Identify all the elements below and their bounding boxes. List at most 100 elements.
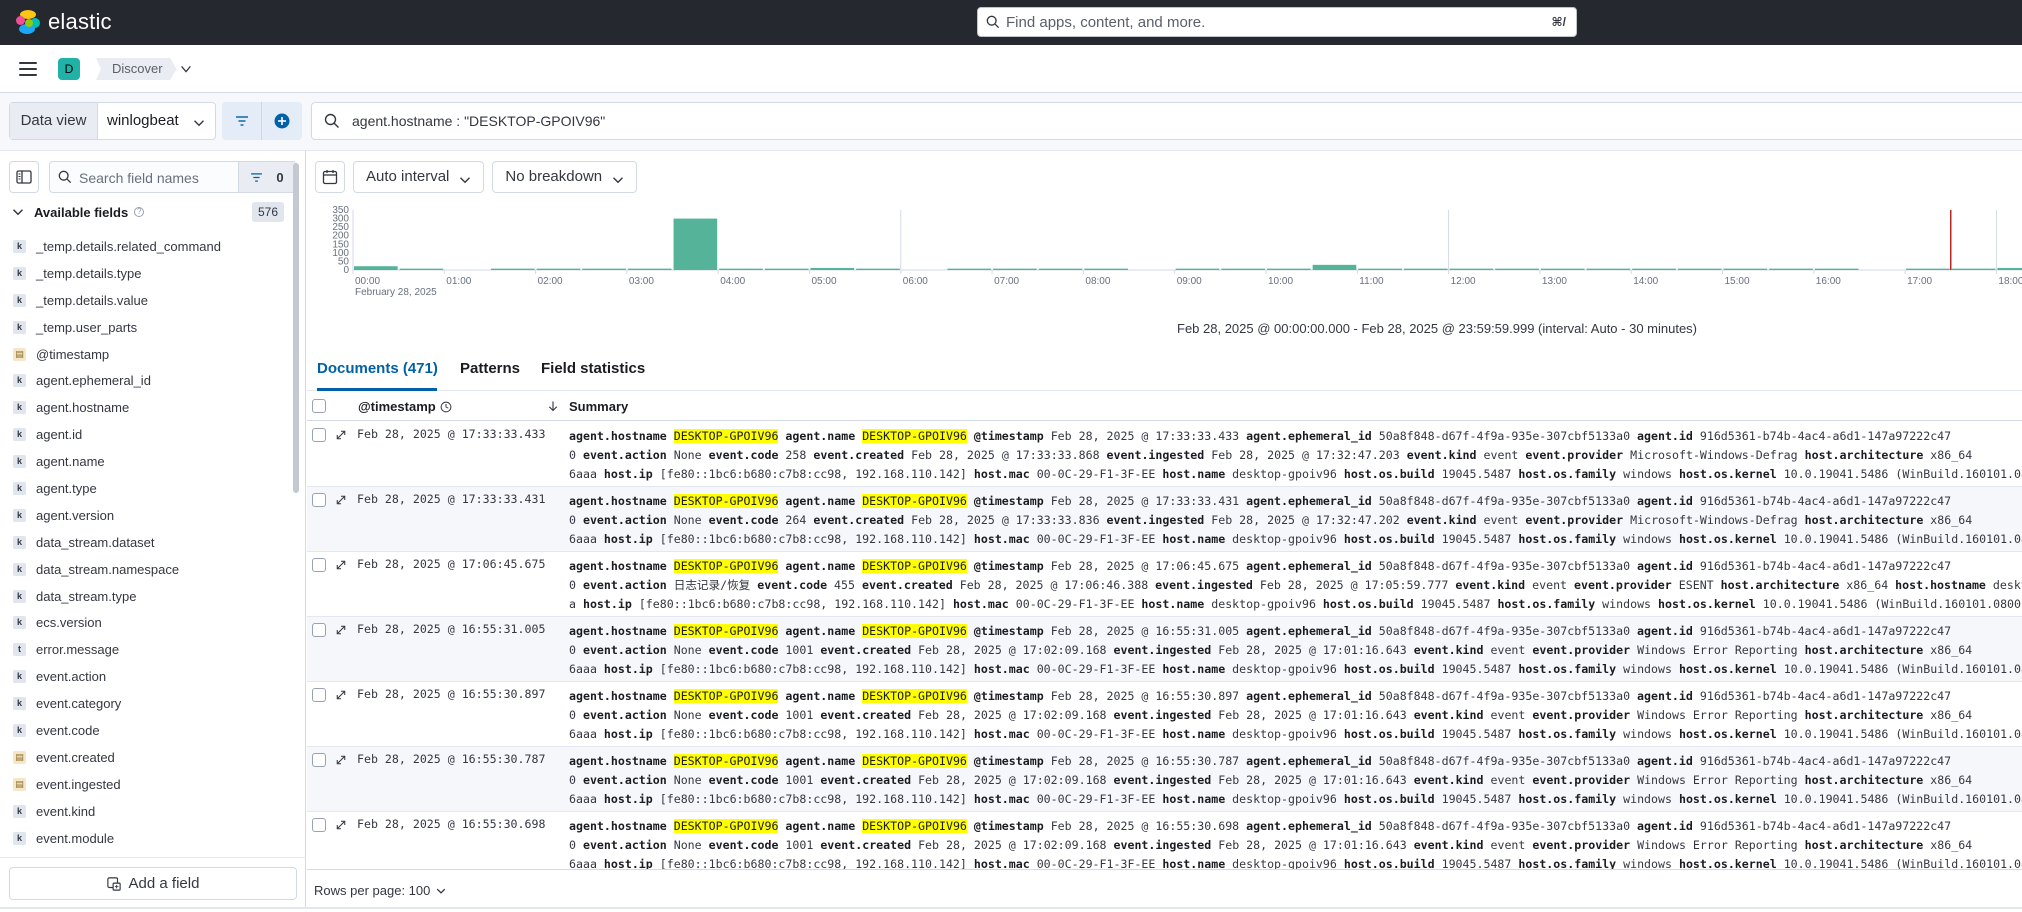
- field-list-item[interactable]: k agent.version: [13, 502, 281, 529]
- tab-patterns[interactable]: Patterns: [460, 360, 520, 377]
- table-row[interactable]: Feb 28, 2025 @ 16:55:30.897 agent.hostnam…: [307, 682, 2022, 747]
- column-header-timestamp[interactable]: @timestamp: [358, 399, 452, 414]
- column-header-summary[interactable]: Summary: [569, 399, 628, 414]
- row-select-checkbox[interactable]: [312, 558, 326, 572]
- field-list-item[interactable]: k _temp.details.value: [13, 287, 281, 314]
- table-row[interactable]: Feb 28, 2025 @ 16:55:30.787 agent.hostnam…: [307, 747, 2022, 812]
- rows-per-page-select[interactable]: Rows per page: 100: [314, 883, 446, 898]
- field-list-item[interactable]: k data_stream.namespace: [13, 556, 281, 583]
- summary-field-value: 19045.5487: [1441, 662, 1512, 677]
- table-row[interactable]: Feb 28, 2025 @ 17:06:45.675 agent.hostnam…: [307, 552, 2022, 617]
- table-row[interactable]: Feb 28, 2025 @ 16:55:30.698 agent.hostnam…: [307, 812, 2022, 869]
- row-select-checkbox[interactable]: [312, 688, 326, 702]
- toggle-sidebar-button[interactable]: [9, 161, 39, 193]
- field-list-item[interactable]: k _temp.details.related_command: [13, 233, 281, 260]
- field-list-item[interactable]: k _temp.details.type: [13, 260, 281, 287]
- kql-query-input[interactable]: agent.hostname : "DESKTOP-GPOIV96": [311, 102, 2022, 140]
- row-summary: agent.hostname DESKTOP-GPOIV96 agent.nam…: [569, 557, 2022, 615]
- row-select-checkbox[interactable]: [312, 623, 326, 637]
- filter-menu-button[interactable]: [222, 102, 262, 140]
- tab-documents[interactable]: Documents (471): [317, 360, 438, 377]
- summary-field-value: Feb 28, 2025 @ 17:02:09.168: [918, 643, 1107, 658]
- field-list-item[interactable]: k ecs.version: [13, 609, 281, 636]
- tab-field-statistics[interactable]: Field statistics: [541, 360, 645, 377]
- add-filter-button[interactable]: [262, 102, 302, 140]
- sidebar-scrollbar[interactable]: [293, 163, 299, 493]
- plus-circle-icon: [274, 113, 290, 129]
- summary-field-key: agent.id: [1637, 754, 1693, 768]
- field-list-item[interactable]: k event.category: [13, 690, 281, 717]
- field-name: event.module: [36, 830, 115, 846]
- summary-field-value: None: [673, 643, 702, 658]
- field-list-item[interactable]: k event.module: [13, 825, 281, 852]
- field-list-item[interactable]: ▤ event.ingested: [13, 771, 281, 798]
- row-select-checkbox[interactable]: [312, 493, 326, 507]
- field-name: _temp.user_parts: [36, 319, 138, 335]
- menu-icon[interactable]: [19, 62, 37, 76]
- keyword-type-icon: k: [13, 697, 26, 711]
- field-list-item[interactable]: k agent.hostname: [13, 394, 281, 421]
- summary-field-value: ESENT: [1678, 578, 1714, 593]
- expand-icon[interactable]: [335, 754, 347, 766]
- table-row[interactable]: Feb 28, 2025 @ 17:33:33.431 agent.hostnam…: [307, 487, 2022, 552]
- expand-icon[interactable]: [335, 494, 347, 506]
- histogram-bar: [1997, 267, 2022, 270]
- field-list-item[interactable]: k agent.name: [13, 448, 281, 475]
- summary-field-key: agent.name: [785, 494, 856, 508]
- field-list-item[interactable]: k data_stream.dataset: [13, 529, 281, 556]
- summary-field-value: Feb 28, 2025 @ 17:02:09.168: [918, 708, 1107, 723]
- breakdown-select[interactable]: No breakdown: [492, 161, 638, 193]
- expand-icon[interactable]: [335, 429, 347, 441]
- summary-field-value: 50a8f848-d67f-4f9a-935e-307cbf5133a0: [1378, 754, 1631, 768]
- interval-select[interactable]: Auto interval: [353, 161, 485, 193]
- row-select-checkbox[interactable]: [312, 818, 326, 832]
- field-list-item[interactable]: k agent.ephemeral_id: [13, 367, 281, 394]
- summary-field-value: Feb 28, 2025 @ 17:01:16.643: [1218, 643, 1407, 658]
- expand-icon[interactable]: [335, 559, 347, 571]
- row-select-checkbox[interactable]: [312, 753, 326, 767]
- interval-value: Auto interval: [366, 168, 450, 185]
- summary-field-value: 916d5361-b74b-4ac4-a6d1-147a97222c47: [1699, 689, 1952, 703]
- expand-icon[interactable]: [335, 819, 347, 831]
- table-row[interactable]: Feb 28, 2025 @ 17:33:33.433 agent.hostnam…: [307, 422, 2022, 487]
- field-list-item[interactable]: k event.code: [13, 717, 281, 744]
- field-name: event.ingested: [36, 776, 121, 792]
- toggle-histogram-button[interactable]: [315, 161, 345, 193]
- space-avatar[interactable]: D: [58, 58, 80, 80]
- keyword-type-icon: k: [13, 589, 26, 603]
- field-list-item[interactable]: k _temp.user_parts: [13, 314, 281, 341]
- table-row[interactable]: Feb 28, 2025 @ 16:55:31.005 agent.hostnam…: [307, 617, 2022, 682]
- row-summary: agent.hostname DESKTOP-GPOIV96 agent.nam…: [569, 752, 2022, 810]
- field-list-item[interactable]: k event.action: [13, 663, 281, 690]
- date-type-icon: ▤: [13, 347, 26, 361]
- field-search-input[interactable]: Search field names 0: [49, 161, 297, 193]
- summary-field-value: 916d5361-b74b-4ac4-a6d1-147a97222c47: [1699, 624, 1952, 638]
- field-list-item[interactable]: ▤ event.created: [13, 744, 281, 771]
- available-fields-header[interactable]: Available fields ? 576: [12, 201, 284, 223]
- expand-icon[interactable]: [335, 624, 347, 636]
- global-search-input[interactable]: Find apps, content, and more. ⌘/: [977, 7, 1577, 37]
- add-field-button[interactable]: Add a field: [9, 867, 297, 900]
- chevron-down-icon[interactable]: [179, 62, 193, 76]
- keyword-type-icon: k: [13, 455, 26, 469]
- row-select-checkbox[interactable]: [312, 428, 326, 442]
- sort-descending-icon[interactable]: [547, 400, 559, 412]
- summary-field-value: event: [1490, 838, 1526, 853]
- summary-field-value: Feb 28, 2025 @ 17:33:33.836: [911, 513, 1100, 528]
- field-list-item[interactable]: ▤ @timestamp: [13, 341, 281, 368]
- summary-field-value: Feb 28, 2025 @ 17:06:45.675: [1050, 559, 1240, 573]
- select-all-checkbox[interactable]: [312, 399, 326, 413]
- breadcrumb-discover[interactable]: Discover: [96, 58, 177, 80]
- event-histogram[interactable]: 05010015020025030035000:00 01:00 02:00 03:0…: [307, 206, 2022, 316]
- field-list-item[interactable]: k agent.id: [13, 421, 281, 448]
- field-list-item[interactable]: k data_stream.type: [13, 583, 281, 610]
- data-view-picker[interactable]: Data view winlogbeat: [9, 102, 216, 140]
- elastic-logo[interactable]: elastic: [16, 9, 112, 35]
- field-list-item[interactable]: k agent.type: [13, 475, 281, 502]
- table-footer: Rows per page: 100: [307, 869, 2022, 912]
- expand-icon[interactable]: [335, 689, 347, 701]
- field-type-filter-button[interactable]: 0: [238, 162, 296, 192]
- field-list-item[interactable]: t error.message: [13, 636, 281, 663]
- x-tick-label: 16:00: [1816, 276, 1841, 287]
- field-list-item[interactable]: k event.kind: [13, 798, 281, 825]
